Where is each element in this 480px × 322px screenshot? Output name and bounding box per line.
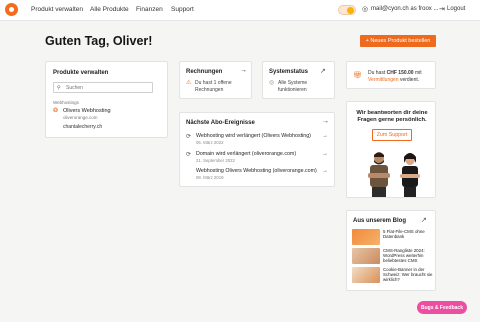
search-icon: ⚲	[57, 85, 61, 91]
referral-amount: CHF 150.00	[386, 70, 414, 76]
chevron-right-icon: →	[322, 133, 328, 139]
user-account[interactable]: mail@cyon.ch as froox ...	[371, 6, 438, 12]
arrow-right-icon: →	[240, 67, 247, 74]
search-field[interactable]: ⚲	[53, 82, 153, 93]
support-card: Wir beantworten dir deine Fragen gerne p…	[346, 101, 436, 198]
support-heading: Wir beantworten dir deine Fragen gerne p…	[356, 110, 428, 123]
event-date: 05. März 2022	[196, 140, 224, 145]
event-date: 08. März 2019	[196, 175, 224, 180]
invoices-card[interactable]: Rechnungen → ⚠ Du hast 1 offene Rechnung…	[179, 61, 252, 99]
check-circle-icon: ◎	[269, 80, 275, 86]
event-date: 21. September 2022	[196, 158, 235, 163]
nav-produkt-verwalten[interactable]: Produkt verwalten	[31, 6, 83, 13]
referral-suffix: mit	[413, 70, 422, 76]
top-bar: Produkt verwalten Alle Produkte Finanzen…	[0, 0, 480, 21]
support-team-photo	[348, 149, 435, 197]
status-line1: Alle Systeme	[278, 80, 308, 86]
chevron-right-icon: →	[322, 168, 328, 174]
search-input[interactable]	[66, 84, 150, 92]
event-title: Webhosting Olivers Webhosting (oliverora…	[196, 168, 317, 174]
event-item[interactable]: ⟳ Domain wird verlängert (oliverorange.c…	[186, 151, 332, 165]
cyon-logo-icon[interactable]	[5, 3, 18, 16]
support-button[interactable]: Zum Support	[372, 129, 412, 141]
blog-title: Aus unserem Blog	[353, 218, 407, 224]
invoices-line1: Du hast 1 offene	[195, 80, 232, 86]
invoices-line2: Rechnungen	[195, 87, 224, 93]
blog-post[interactable]: CMS-Rangliste 2024: WordPress weiterhin …	[352, 248, 434, 265]
external-link-icon: ↗	[320, 68, 326, 75]
logout-link[interactable]: Logout	[447, 6, 465, 12]
theme-toggle[interactable]	[338, 5, 356, 15]
nav-finanzen[interactable]: Finanzen	[136, 6, 163, 13]
manage-products-title: Produkte verwalten	[53, 70, 109, 76]
event-item[interactable]: ⟳ Webhosting wird verlängert (Olivers We…	[186, 133, 332, 147]
blog-post-title: 5 Flat-File-CMS ohne Datenbank	[383, 229, 425, 240]
blog-post-title: Cookie-Banner in der Schweiz: Wer brauch…	[383, 267, 433, 283]
event-title: Webhosting wird verlängert (Olivers Webh…	[196, 133, 311, 139]
blog-post[interactable]: 5 Flat-File-CMS ohne Datenbank	[352, 229, 434, 246]
blog-thumbnail	[352, 248, 380, 264]
invoices-title: Rechnungen	[186, 69, 223, 75]
blog-thumbnail	[352, 267, 380, 283]
event-title: Domain wird verlängert (oliverorange.com…	[196, 151, 297, 157]
new-product-button[interactable]: + Neues Produkt bestellen	[360, 35, 436, 47]
manage-products-card: Produkte verwalten ⚲ Webhostings ❂ Olive…	[45, 61, 168, 138]
arrow-right-icon[interactable]: →	[322, 118, 329, 125]
blog-card: Aus unserem Blog ↗ 5 Flat-File-CMS ohne …	[346, 210, 436, 291]
system-status-title: Systemstatus	[269, 69, 309, 75]
product-item-title[interactable]: Olivers Webhosting	[63, 108, 111, 114]
product-item-other-domain[interactable]: chantalecherry.ch	[63, 124, 102, 130]
blog-post[interactable]: Cookie-Banner in der Schweiz: Wer brauch…	[352, 267, 434, 284]
nav-alle-produkte[interactable]: Alle Produkte	[90, 6, 129, 13]
external-link-icon[interactable]: ↗	[421, 216, 427, 224]
page-title: Guten Tag, Oliver!	[45, 34, 153, 48]
referral-end: verdient.	[398, 77, 420, 83]
gift-icon: 🎁︎	[353, 72, 362, 79]
chevron-right-icon: →	[322, 151, 328, 157]
status-line2: funktionieren	[278, 87, 307, 93]
product-item-domain: oliverorange.com	[63, 115, 98, 120]
referral-prefix: Du hast	[368, 70, 387, 76]
group-label: Webhostings	[53, 100, 79, 105]
referral-text-2: Vermittlungen verdient.	[368, 77, 419, 83]
webhosting-icon: ❂	[53, 108, 59, 114]
referral-link[interactable]: Vermittlungen	[368, 77, 399, 83]
subscription-events-card: Nächste Abo-Ereignisse → ⟳ Webhosting wi…	[179, 112, 335, 187]
events-title: Nächste Abo-Ereignisse	[186, 120, 255, 126]
refresh-icon: ⟳	[186, 152, 192, 158]
blog-post-title: CMS-Rangliste 2024: WordPress weiterhin …	[383, 248, 425, 264]
warning-icon: ⚠	[186, 80, 192, 86]
referral-card: 🎁︎ Du hast CHF 150.00 mit Vermittlungen …	[346, 61, 436, 89]
system-status-card[interactable]: Systemstatus ↗ ◎ Alle Systeme funktionie…	[262, 61, 335, 99]
user-icon: ◎	[362, 6, 369, 13]
blog-thumbnail	[352, 229, 380, 245]
event-item[interactable]: Webhosting Olivers Webhosting (oliverora…	[186, 168, 332, 182]
bugs-feedback-button[interactable]: Bugs & Feedback	[417, 301, 467, 314]
refresh-icon: ⟳	[186, 134, 192, 140]
nav-support[interactable]: Support	[171, 6, 194, 13]
referral-text: Du hast CHF 150.00 mit	[368, 70, 422, 76]
logout-icon: ⇥	[439, 6, 445, 13]
